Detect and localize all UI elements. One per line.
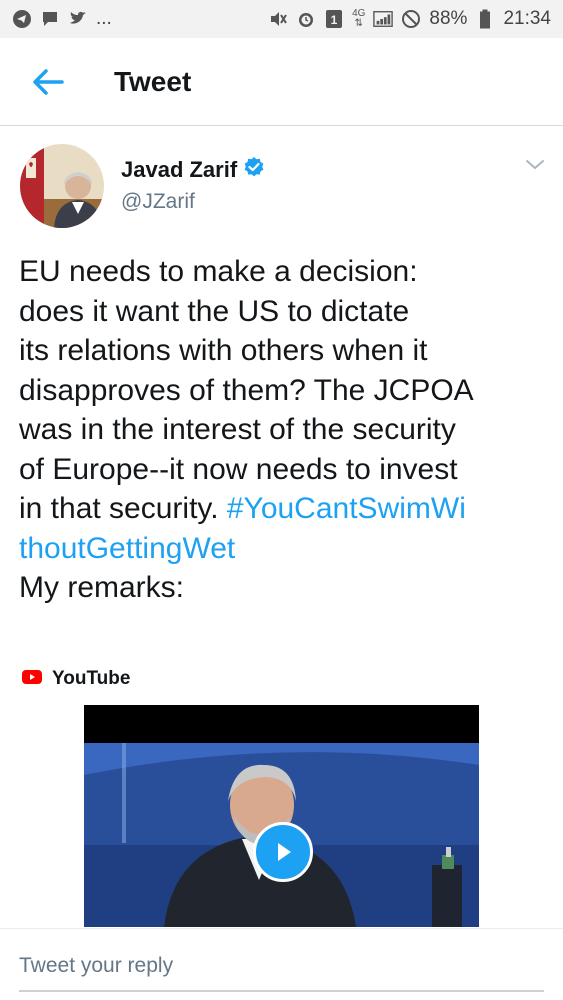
clock: 21:34 — [503, 8, 551, 29]
telegram-icon — [12, 9, 32, 29]
card-source: YouTube — [22, 668, 130, 690]
status-ellipsis: ... — [96, 8, 112, 29]
status-bar: ... 1 4G ⇅ 88% 21:34 — [0, 0, 563, 38]
sim-icon: 1 — [324, 9, 344, 29]
mute-icon — [268, 9, 288, 29]
chevron-down-icon — [526, 160, 544, 170]
tweet-menu-button[interactable] — [524, 158, 546, 172]
arrow-left-icon — [33, 69, 64, 95]
status-bar-right: 1 4G ⇅ 88% 21:34 — [268, 8, 551, 30]
avatar[interactable] — [20, 144, 104, 228]
no-data-icon — [401, 9, 421, 29]
author-name[interactable]: Javad Zarif — [121, 157, 237, 183]
play-icon — [278, 843, 291, 861]
battery-percent: 88% — [429, 8, 468, 29]
reply-input[interactable] — [19, 942, 544, 992]
author-handle[interactable]: @JZarif — [121, 190, 195, 214]
youtube-logo-icon — [22, 669, 42, 689]
author-row: Javad Zarif — [121, 156, 265, 183]
play-button[interactable] — [253, 822, 313, 882]
alarm-icon — [296, 9, 316, 29]
divider — [0, 928, 563, 929]
message-icon — [40, 9, 60, 29]
status-bar-left: ... — [12, 8, 112, 30]
page-title: Tweet — [114, 66, 192, 97]
twitter-bird-icon — [68, 9, 88, 29]
tweet-text-main: EU needs to make a decision: does it wan… — [19, 255, 474, 525]
tweet-text-tail: My remarks: — [19, 571, 184, 604]
back-button[interactable] — [28, 64, 68, 100]
video-thumbnail[interactable] — [84, 705, 479, 927]
signal-icon — [373, 9, 394, 29]
verified-badge-icon — [243, 156, 265, 183]
battery-icon — [475, 9, 495, 29]
app-bar: Tweet — [0, 38, 563, 126]
svg-text:1: 1 — [331, 13, 338, 27]
tweet-text: EU needs to make a decision: does it wan… — [19, 252, 549, 608]
network-indicator: 4G ⇅ — [352, 8, 366, 29]
card-source-label: YouTube — [52, 668, 131, 689]
